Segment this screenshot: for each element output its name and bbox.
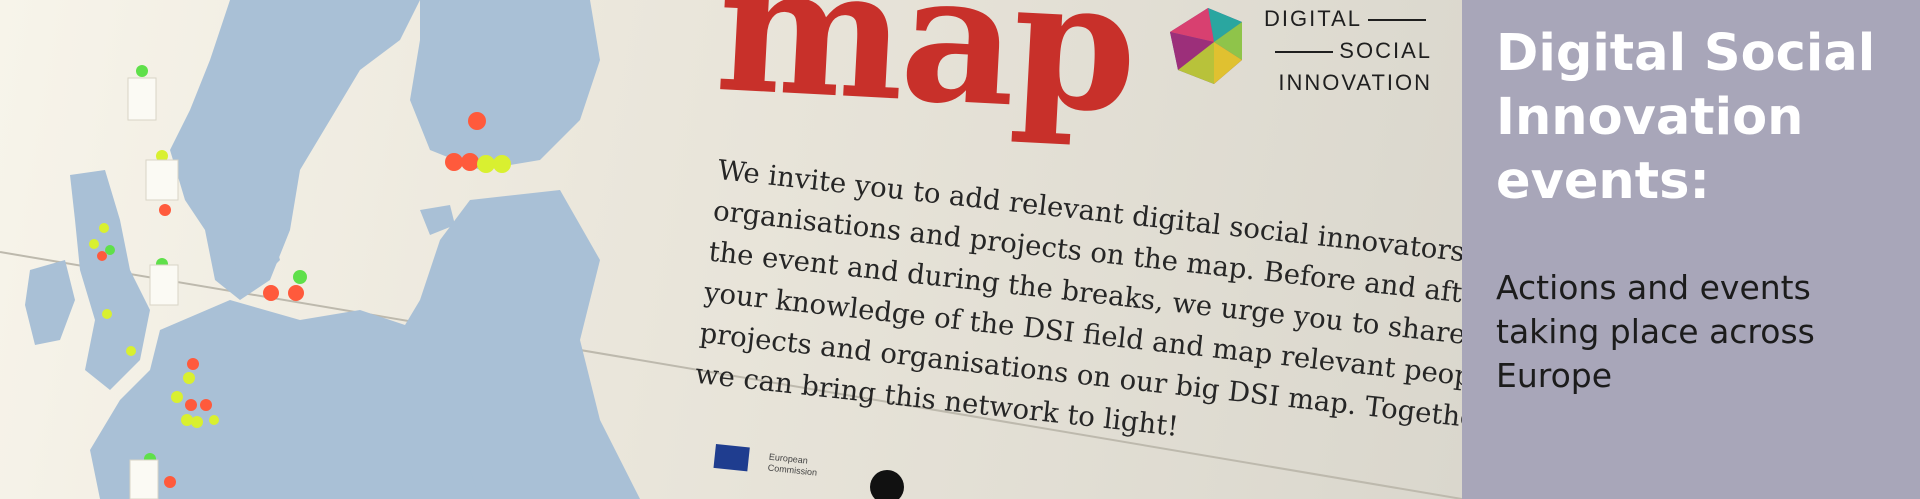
funder-label: European Commission <box>767 451 818 478</box>
sticker-dot <box>187 358 199 370</box>
sticker-dot <box>191 416 203 428</box>
sticker-dot <box>468 112 486 130</box>
sticky-note <box>127 77 157 121</box>
sticker-dot <box>445 153 463 171</box>
sticker-dot <box>493 155 511 173</box>
logo-line-digital: DIGITAL <box>1264 6 1432 32</box>
sticker-dot <box>97 251 107 261</box>
sticker-dot <box>136 65 148 77</box>
sticky-note <box>145 159 179 201</box>
sticker-dot <box>209 415 219 425</box>
logo-line-social: SOCIAL <box>1269 38 1432 64</box>
sticker-dot <box>461 153 479 171</box>
sticker-dot <box>185 399 197 411</box>
sticker-dot <box>181 414 193 426</box>
sticker-dot <box>477 155 495 173</box>
sidebar-description: Actions and events taking place across E… <box>1496 268 1815 395</box>
sticker-dot <box>126 346 136 356</box>
sticky-note <box>129 459 159 499</box>
sticker-dot <box>102 309 112 319</box>
sticker-dot <box>200 399 212 411</box>
dsi-logo: DIGITAL SOCIAL INNOVATION <box>1166 4 1456 100</box>
map-heading: map <box>711 0 1139 153</box>
sticker-dot <box>105 245 115 255</box>
sticker-dot <box>263 285 279 301</box>
sticker-dot <box>293 270 307 284</box>
sticker-dot <box>288 285 304 301</box>
eu-flag-icon <box>713 444 750 472</box>
sticker-dot <box>171 391 183 403</box>
hero-image: map DIGITAL SOCIAL INNOVATION We invite … <box>0 0 1462 499</box>
logo-line-innovation: INNOVATION <box>1278 70 1432 95</box>
sticker-dot <box>89 239 99 249</box>
sticker-dot <box>99 223 109 233</box>
sticker-dot <box>159 204 171 216</box>
partner-seal-icon <box>870 470 904 499</box>
sticker-dot <box>183 372 195 384</box>
sticky-note <box>149 264 179 306</box>
sidebar-heading: Digital Social Innovation events: <box>1496 24 1876 211</box>
sidebar-panel: Digital Social Innovation events: Action… <box>1462 0 1920 499</box>
sticker-dot <box>164 476 176 488</box>
